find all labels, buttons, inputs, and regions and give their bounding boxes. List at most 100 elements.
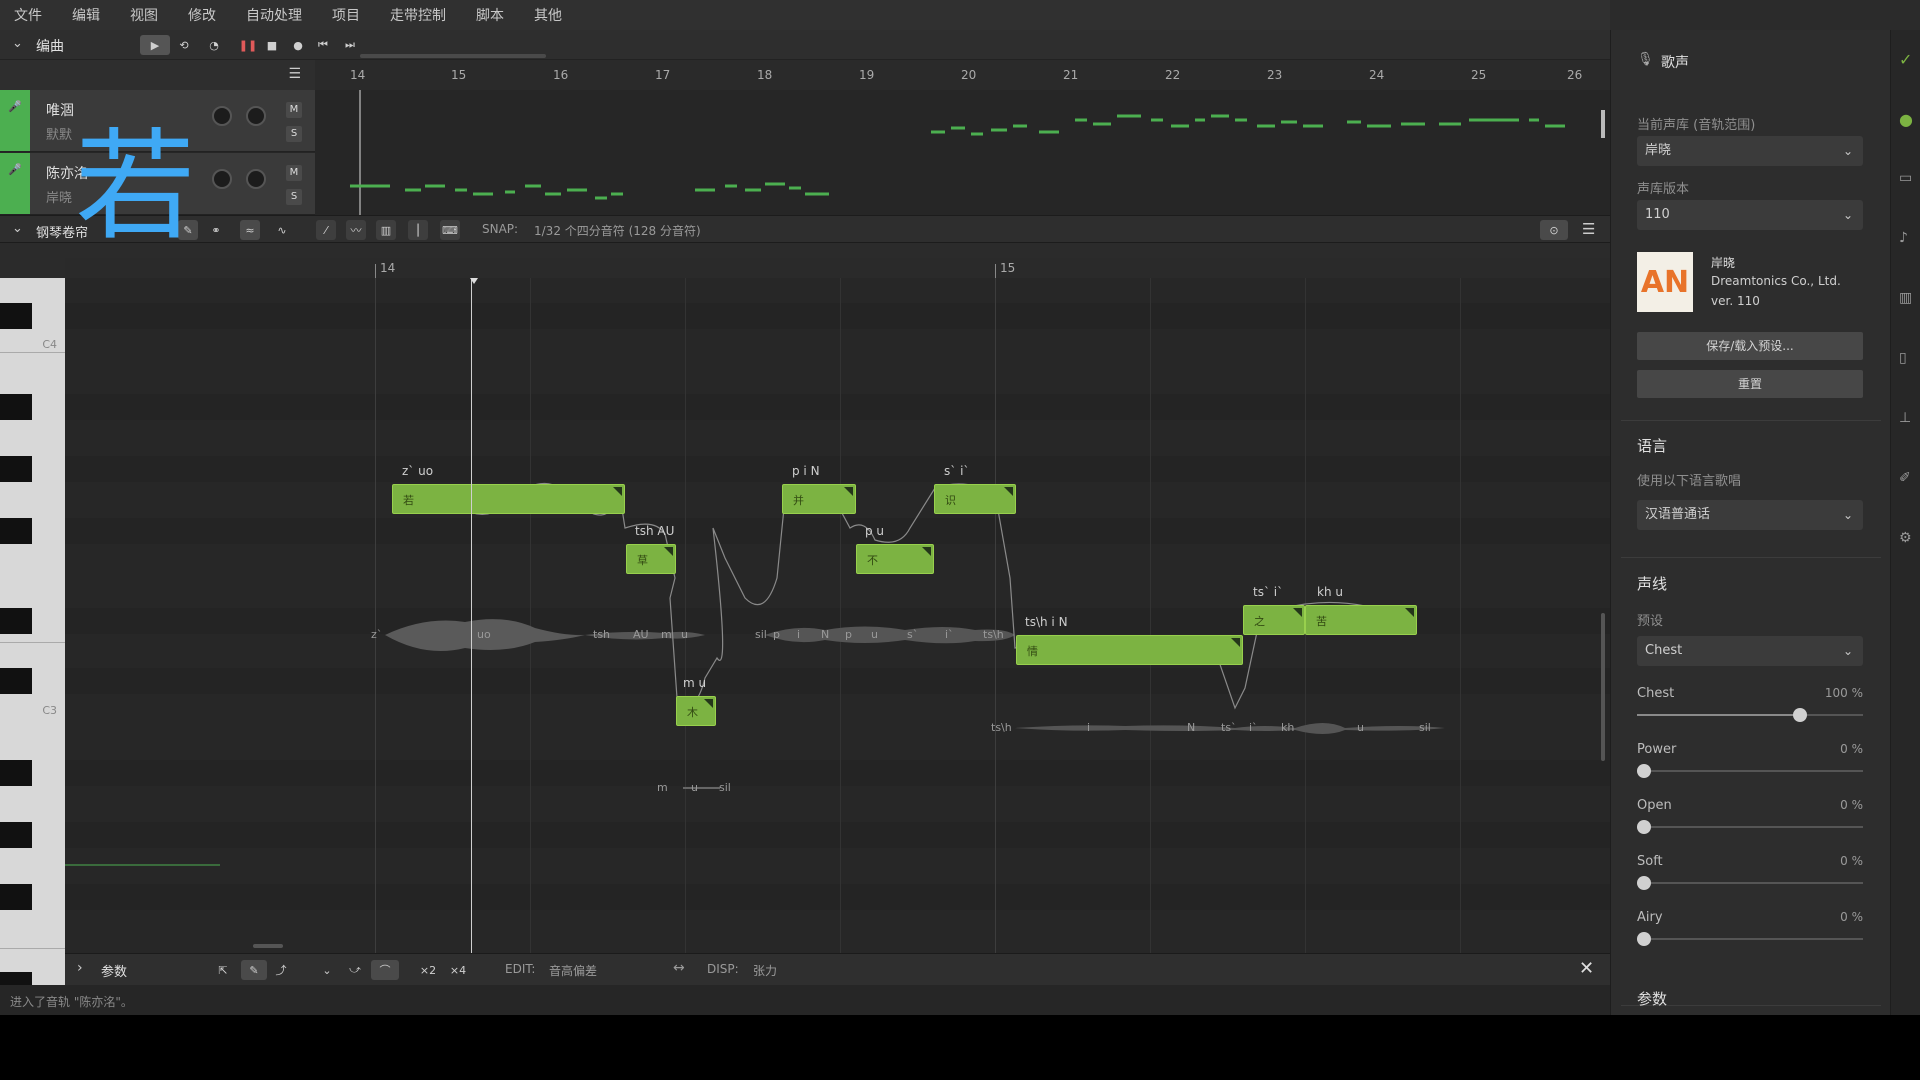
black-key[interactable] — [0, 456, 32, 482]
slider-thumb[interactable] — [1637, 820, 1651, 834]
menu-edit[interactable]: 编辑 — [72, 5, 100, 25]
note[interactable]: 识 — [934, 484, 1016, 514]
record-button[interactable]: ● — [288, 35, 308, 55]
link-tool-icon[interactable]: ⚭ — [206, 220, 226, 240]
menu-transport[interactable]: 走带控制 — [390, 5, 446, 25]
collapse-chevron-icon[interactable]: ⌄ — [12, 221, 23, 236]
arc-curve-icon[interactable]: ⌒ — [371, 960, 399, 980]
slider-track[interactable] — [1637, 764, 1863, 778]
zoom-x4-button[interactable]: ×4 — [445, 960, 471, 980]
menu-modify[interactable]: 修改 — [188, 5, 216, 25]
pianoroll-ruler[interactable]: 14 15 — [65, 258, 1610, 278]
piano-keyboard[interactable]: C4 C3 — [0, 278, 65, 998]
expand-chevron-icon[interactable]: › — [77, 960, 83, 976]
language-select[interactable]: 汉语普通话 ⌄ — [1637, 500, 1863, 530]
black-key[interactable] — [0, 303, 32, 329]
note-properties-icon[interactable]: ▭ — [1899, 170, 1912, 186]
mute-button[interactable]: M — [286, 165, 302, 181]
note[interactable]: 之 — [1243, 605, 1305, 635]
volume-knob[interactable] — [212, 169, 232, 189]
pitch-tool-icon[interactable]: ≈ — [240, 220, 260, 240]
gear-icon[interactable]: ⚙ — [1899, 530, 1912, 546]
menu-file[interactable]: 文件 — [14, 5, 42, 25]
line-tool-icon[interactable]: ⁄ — [316, 220, 336, 240]
rise-curve-icon[interactable]: ⤻ — [345, 960, 365, 980]
slider-track[interactable] — [1637, 876, 1863, 890]
menu-other[interactable]: 其他 — [534, 5, 562, 25]
document-icon[interactable]: ▯ — [1899, 350, 1907, 366]
forward-button[interactable]: ⏭ — [340, 35, 360, 55]
curve-tool-icon[interactable]: ∿ — [272, 220, 292, 240]
pan-knob[interactable] — [246, 106, 266, 126]
library-icon[interactable]: ▥ — [1899, 290, 1912, 306]
auto-scroll-icon[interactable]: ⊙ — [1540, 220, 1568, 240]
slider-thumb[interactable] — [1637, 932, 1651, 946]
brush-icon[interactable]: ✐ — [1899, 470, 1911, 486]
solo-button[interactable]: S — [286, 126, 302, 142]
mic-icon[interactable]: ● — [1899, 110, 1913, 129]
select-tool-icon[interactable]: ⇱ — [213, 960, 233, 980]
note[interactable]: 草 — [626, 544, 676, 574]
version-select[interactable]: 110 ⌄ — [1637, 200, 1863, 230]
volume-knob[interactable] — [212, 106, 232, 126]
split-tool-icon[interactable]: ⎮ — [408, 220, 428, 240]
menu-lines-icon[interactable]: ☰ — [1582, 220, 1595, 238]
tuning-icon[interactable]: ⊥ — [1899, 410, 1911, 426]
zoom-x2-button[interactable]: ×2 — [415, 960, 441, 980]
down-curve-icon[interactable]: ⌄ — [317, 960, 337, 980]
note[interactable]: 苦 — [1305, 605, 1417, 635]
pan-knob[interactable] — [246, 169, 266, 189]
slider-track[interactable] — [1637, 708, 1863, 722]
black-key[interactable] — [0, 608, 32, 634]
smooth-tool-icon[interactable]: ⤴ — [271, 960, 291, 980]
black-key[interactable] — [0, 668, 32, 694]
slider-track[interactable] — [1637, 820, 1863, 834]
slider-thumb[interactable] — [1637, 876, 1651, 890]
menu-project[interactable]: 项目 — [332, 5, 360, 25]
swap-icon[interactable]: ↔ — [673, 960, 685, 976]
rewind-button[interactable]: ⏮ — [313, 35, 333, 55]
black-key[interactable] — [0, 760, 32, 786]
playhead-marker[interactable] — [470, 278, 478, 286]
play-mode-button[interactable]: ▶ — [140, 35, 170, 55]
snap-value[interactable]: 1/32 个四分音符 (128 分音符) — [534, 222, 701, 239]
arrangement-note-overview[interactable] — [315, 90, 1610, 215]
black-key[interactable] — [0, 884, 32, 910]
metronome-icon[interactable]: ◔ — [204, 35, 224, 55]
pause-button[interactable]: ❚❚ — [238, 35, 258, 55]
track-name[interactable]: 唯涸 — [46, 100, 74, 120]
music-note-icon[interactable]: ♪ — [1899, 230, 1908, 246]
reset-button[interactable]: 重置 — [1637, 370, 1863, 398]
mute-button[interactable]: M — [286, 102, 302, 118]
pianoroll-canvas[interactable]: 若 草 木 并 不 识 情 之 苦 z` uo tsh AU m u p i N — [65, 278, 1610, 953]
menu-lines-icon[interactable]: ☰ — [288, 66, 301, 82]
save-load-preset-button[interactable]: 保存/载入预设... — [1637, 332, 1863, 360]
voicebank-select[interactable]: 岸晓 ⌄ — [1637, 136, 1863, 166]
solo-button[interactable]: S — [286, 189, 302, 205]
keyboard-tool-icon[interactable]: ⌨ — [440, 220, 460, 240]
menu-view[interactable]: 视图 — [130, 5, 158, 25]
collapse-chevron-icon[interactable]: ⌄ — [12, 36, 23, 51]
note[interactable]: 情 — [1016, 635, 1243, 665]
slider-thumb[interactable] — [1793, 708, 1807, 722]
pencil-tool-icon[interactable]: ✎ — [241, 960, 267, 980]
vertical-scrollbar[interactable] — [1601, 613, 1605, 761]
slider-thumb[interactable] — [1637, 764, 1651, 778]
stop-button[interactable]: ■ — [262, 35, 282, 55]
playhead[interactable] — [471, 278, 472, 953]
slider-track[interactable] — [1637, 932, 1863, 946]
disp-parameter-select[interactable]: 张力 — [753, 962, 777, 979]
vibrato-tool-icon[interactable]: 〰 — [346, 220, 366, 240]
black-key[interactable] — [0, 518, 32, 544]
waveform-tool-icon[interactable]: ▥ — [376, 220, 396, 240]
close-icon[interactable]: ✕ — [1579, 958, 1594, 979]
horizontal-scrollbar[interactable] — [360, 54, 546, 58]
note[interactable]: 若 — [392, 484, 625, 514]
horizontal-scrollbar[interactable] — [253, 944, 283, 948]
black-key[interactable] — [0, 822, 32, 848]
preset-select[interactable]: Chest ⌄ — [1637, 636, 1863, 666]
arrangement-ruler[interactable]: 14 15 16 17 18 19 20 21 22 23 24 25 26 — [315, 60, 1610, 90]
black-key[interactable] — [0, 394, 32, 420]
note[interactable]: 不 — [856, 544, 934, 574]
menu-auto-process[interactable]: 自动处理 — [246, 5, 302, 25]
